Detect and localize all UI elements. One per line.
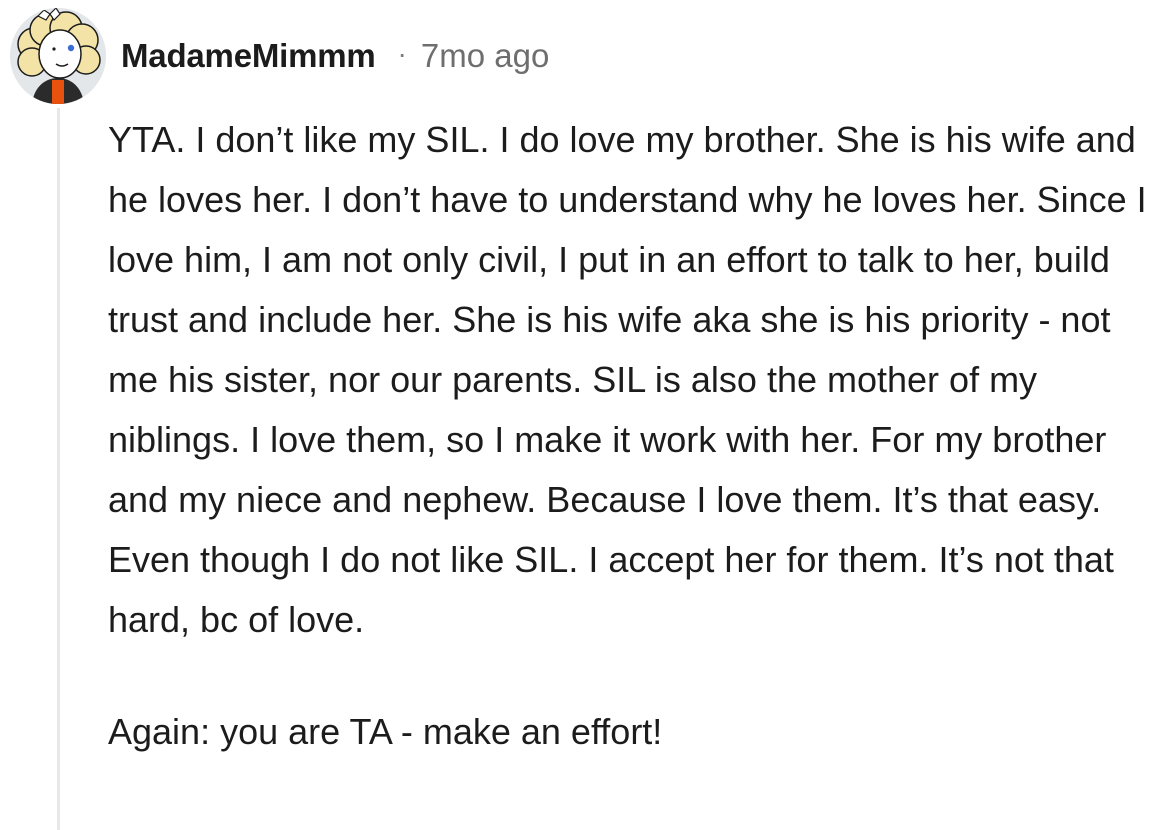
comment-paragraph: YTA. I don’t like my SIL. I do love my b…: [108, 119, 1147, 640]
avatar[interactable]: [10, 8, 106, 104]
timestamp[interactable]: 7mo ago: [421, 37, 549, 75]
thread-line[interactable]: [57, 108, 60, 830]
snoo-avatar-icon: [10, 8, 106, 104]
comment-body: YTA. I don’t like my SIL. I do love my b…: [108, 110, 1148, 762]
comment-paragraph: Again: you are TA - make an effort!: [108, 711, 663, 752]
meta-separator: ·: [397, 38, 407, 69]
username-link[interactable]: MadameMimmm: [121, 37, 376, 75]
comment-header: MadameMimmm · 7mo ago: [121, 34, 549, 78]
comment: MadameMimmm · 7mo ago YTA. I don’t like …: [0, 0, 1163, 830]
